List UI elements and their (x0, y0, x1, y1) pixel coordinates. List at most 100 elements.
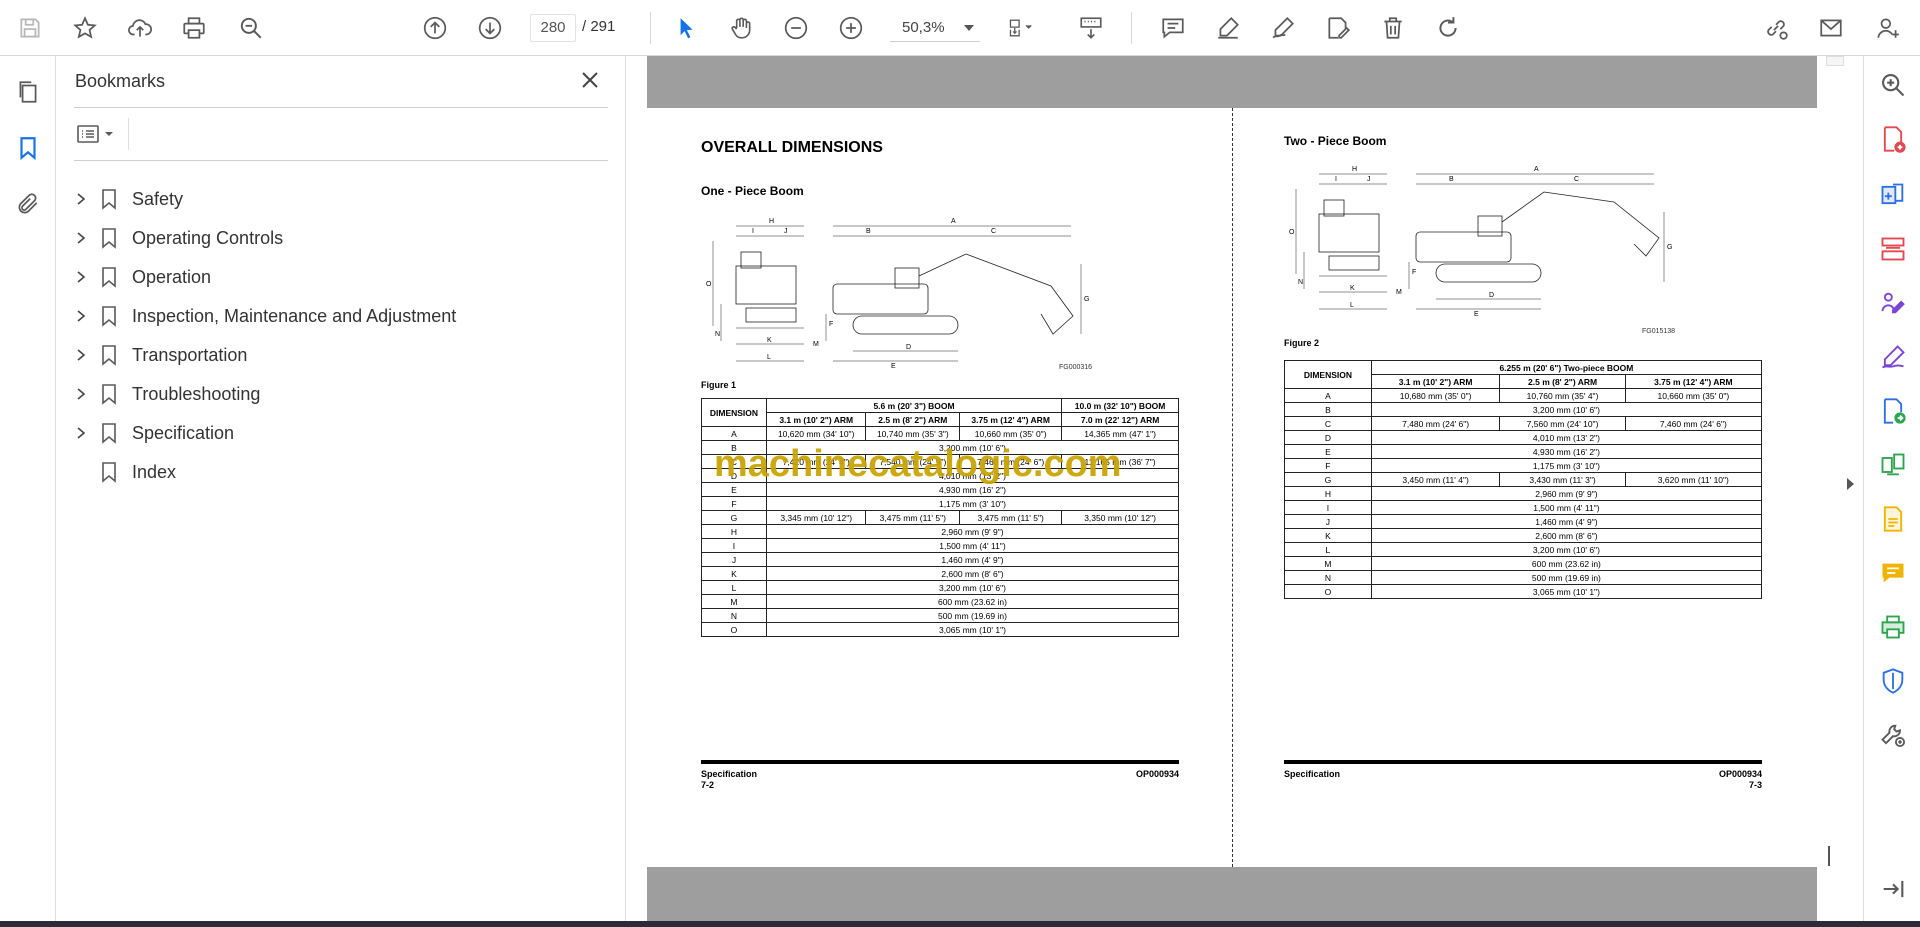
delete-icon[interactable] (1375, 10, 1411, 46)
table-header-row: 3.1 m (10' 2") ARM 2.5 m (8' 2") ARM 3.75 … (702, 412, 1179, 427)
bookmark-icon (98, 421, 120, 445)
zoom-in-icon[interactable] (833, 10, 869, 46)
dimension-lines-side (1416, 173, 1654, 310)
figure-caption: Figure 1 (701, 380, 737, 390)
scan-icon[interactable] (1878, 504, 1908, 534)
page-thumbnails-icon[interactable] (12, 76, 44, 108)
table-cell: G (701, 510, 767, 525)
rotate-icon[interactable] (1430, 10, 1466, 46)
figure-label: O (1289, 229, 1295, 236)
machine-side-body (1415, 231, 1512, 263)
table-cell: J (701, 552, 767, 567)
table-cell: 1,175 mm (3' 10") (1370, 458, 1763, 473)
share-link-icon[interactable] (1758, 10, 1794, 46)
select-icon[interactable] (668, 10, 704, 46)
print-production-icon[interactable] (1878, 612, 1908, 642)
edit-pdf-icon[interactable] (1878, 342, 1908, 372)
machine-boom (918, 253, 1074, 335)
bookmark-icon (98, 382, 120, 406)
fill-sign-icon[interactable] (1320, 10, 1356, 46)
chevron-right-icon[interactable] (70, 305, 92, 327)
table-row: J 1,460 mm (4' 9") (1284, 514, 1763, 529)
table-row: G 3,345 mm (10' 12") 3,475 mm (11' 5") 3,47… (701, 510, 1179, 525)
account-icon[interactable] (1870, 10, 1906, 46)
hand-icon[interactable] (723, 10, 759, 46)
footer-code: OP000934 (1135, 769, 1179, 779)
table-cell: G (1284, 472, 1372, 487)
machine-side-body (832, 283, 929, 315)
table-cell: 600 mm (23.62 in) (765, 594, 1180, 609)
zoom-search-icon[interactable] (1878, 70, 1908, 100)
document-viewport[interactable]: OVERALL DIMENSIONS One - Piece Boom ABCD… (627, 56, 1863, 921)
figure-label: C (1574, 176, 1579, 183)
divider (128, 118, 129, 150)
table-cell: 7,480 mm (24' 6") (1370, 416, 1501, 431)
email-icon[interactable] (1813, 10, 1849, 46)
chevron-right-icon[interactable] (70, 383, 92, 405)
fit-page-icon[interactable] (1002, 10, 1038, 46)
scroll-mode-icon[interactable] (1073, 10, 1109, 46)
figure-label: E (1474, 311, 1479, 318)
collapse-tools-icon[interactable] (1847, 478, 1854, 490)
next-page-icon[interactable] (472, 10, 508, 46)
figure-caption: Figure 2 (1284, 338, 1320, 348)
compare-icon[interactable] (1878, 450, 1908, 480)
comment-icon[interactable] (1155, 10, 1191, 46)
bookmark-label: Specification (132, 422, 235, 443)
bookmark-options-button[interactable] (76, 120, 124, 148)
bookmarks-panel: Bookmarks Safety Operating Controls Operat… (56, 56, 626, 921)
chevron-down-icon (964, 25, 974, 31)
create-pdf-icon[interactable] (1878, 124, 1908, 154)
chevron-right-icon[interactable] (70, 188, 92, 210)
prev-page-icon[interactable] (417, 10, 453, 46)
table-cell: 7.0 m (22' 12") ARM (1061, 412, 1179, 427)
protect-icon[interactable] (1878, 666, 1908, 696)
chevron-right-icon[interactable] (70, 422, 92, 444)
table-cell: K (1284, 528, 1372, 543)
bookmark-item[interactable]: Safety (70, 182, 600, 216)
table-cell: 3.1 m (10' 2") ARM (765, 412, 867, 427)
upload-icon[interactable] (122, 10, 158, 46)
bookmark-item[interactable]: Operating Controls (70, 221, 600, 255)
bookmark-icon[interactable] (12, 132, 44, 164)
bookmark-item[interactable]: Troubleshooting (70, 377, 600, 411)
export-pdf-icon[interactable] (1878, 180, 1908, 210)
table-cell: 3,475 mm (11' 5") (865, 510, 961, 525)
zoom-select[interactable]: 50,3% (890, 14, 980, 42)
find-icon[interactable] (233, 10, 269, 46)
attachment-icon[interactable] (12, 188, 44, 220)
close-icon[interactable] (578, 68, 602, 92)
bookmark-item[interactable]: Operation (70, 260, 600, 294)
bookmark-item[interactable]: Index (70, 455, 600, 489)
chevron-right-icon[interactable] (70, 344, 92, 366)
bookmark-item[interactable]: Specification (70, 416, 600, 450)
table-cell: N (701, 608, 767, 623)
footer-page-number: 7-3 (1748, 780, 1762, 790)
highlight-icon[interactable] (1210, 10, 1246, 46)
sign-icon[interactable] (1265, 10, 1301, 46)
bookmark-item[interactable]: Transportation (70, 338, 600, 372)
star-icon[interactable] (67, 10, 103, 46)
scrollbar[interactable] (1826, 56, 1844, 66)
table-row: K 2,600 mm (8' 6") (1284, 528, 1763, 543)
organize-pages-icon[interactable] (1878, 234, 1908, 264)
table-cell: 5.6 m (20' 3") BOOM (765, 398, 1063, 413)
footer-rule (1284, 760, 1762, 764)
table-cell: 4,010 mm (13' 2") (1370, 430, 1763, 445)
chevron-right-icon[interactable] (70, 266, 92, 288)
more-tools-icon[interactable] (1878, 720, 1908, 750)
figure-label: N (1298, 279, 1303, 286)
expand-panel-icon[interactable] (1878, 874, 1908, 904)
table-cell: 7,460 mm (24' 6") (1624, 416, 1763, 431)
page-number-input[interactable]: 280 (530, 14, 576, 42)
fill-sign-tool-icon[interactable] (1878, 288, 1908, 318)
chevron-right-icon[interactable] (70, 227, 92, 249)
figure-label: J (784, 228, 788, 235)
comment-tool-icon[interactable] (1878, 558, 1908, 588)
zoom-out-icon[interactable] (778, 10, 814, 46)
send-review-icon[interactable] (1878, 396, 1908, 426)
print-icon[interactable] (176, 10, 212, 46)
bookmark-item[interactable]: Inspection, Maintenance and Adjustment (70, 299, 600, 333)
save-icon[interactable] (12, 10, 48, 46)
taskbar-edge (0, 921, 1920, 927)
